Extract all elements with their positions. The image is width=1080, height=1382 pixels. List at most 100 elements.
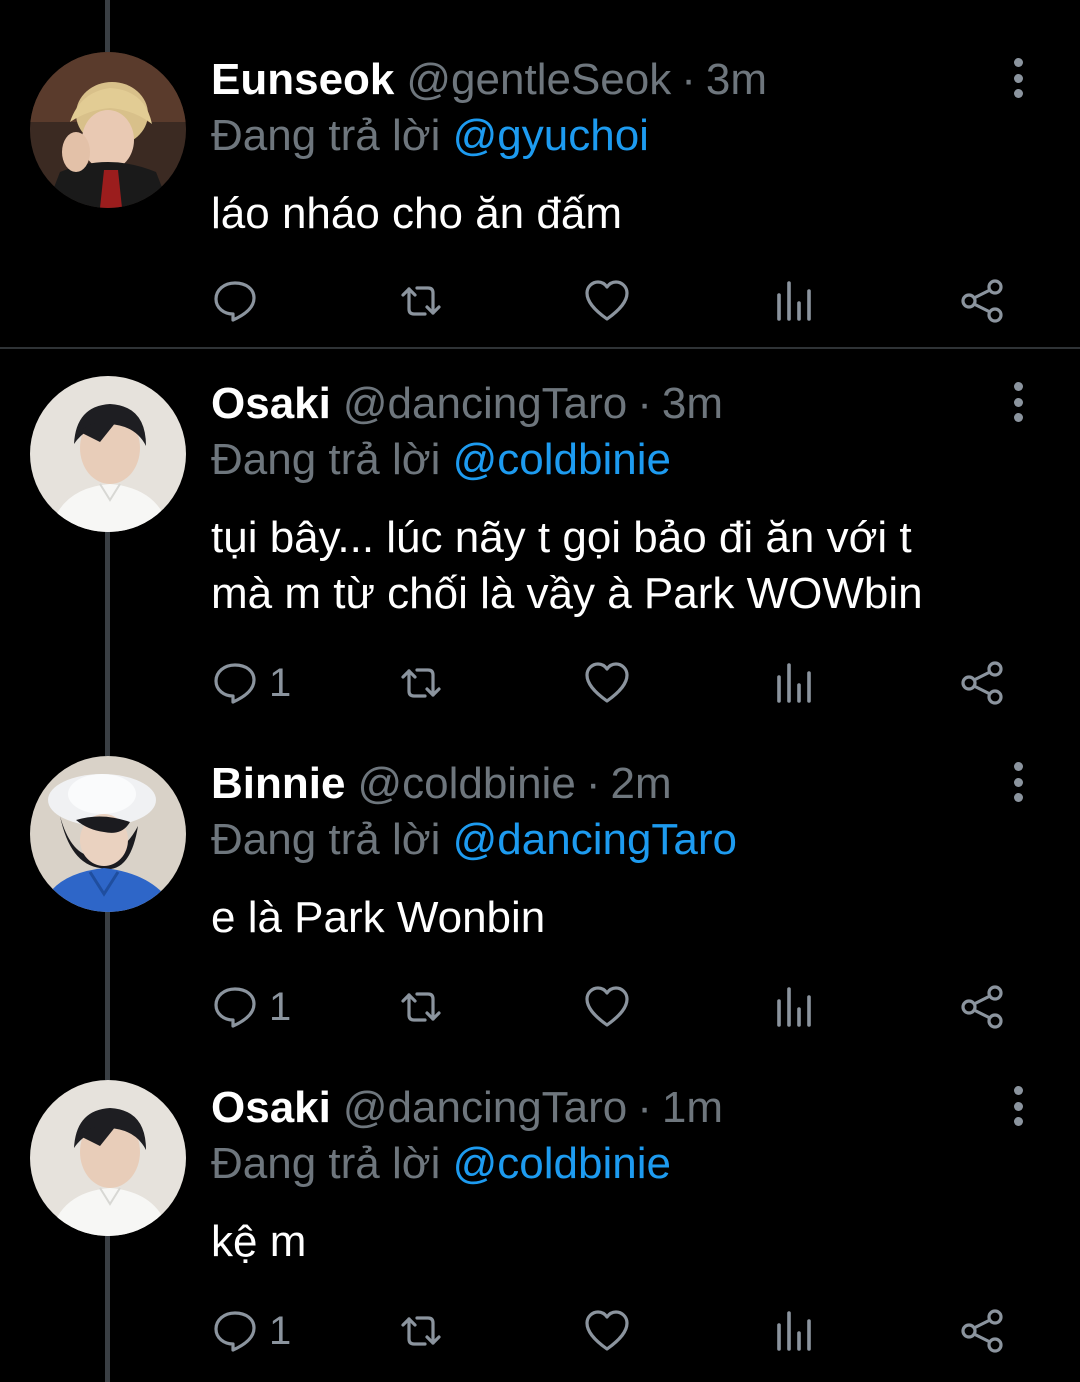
timestamp[interactable]: 3m xyxy=(706,52,767,108)
replying-to-label: Đang trả lời xyxy=(211,111,441,160)
tweet[interactable]: Osaki @dancingTaro · 1m Đang trả lời @co… xyxy=(0,1080,1080,1382)
views-button[interactable] xyxy=(771,982,819,1032)
share-button[interactable] xyxy=(959,658,1007,708)
tweet-text-line: tụi bây... lúc nãy t gọi bảo đi ăn với t xyxy=(211,513,912,562)
more-vertical-icon[interactable] xyxy=(998,52,1038,104)
replying-to: Đang trả lời @dancingTaro xyxy=(211,812,737,868)
user-handle[interactable]: @dancingTaro xyxy=(343,376,627,432)
reply-button[interactable]: 1 xyxy=(211,1306,291,1356)
reply-button[interactable] xyxy=(211,276,269,326)
separator-dot: · xyxy=(585,759,601,808)
tweet-header: Osaki @dancingTaro · 3m xyxy=(211,376,723,436)
views-button[interactable] xyxy=(771,276,819,326)
retweet-button[interactable] xyxy=(397,276,445,326)
share-icon xyxy=(961,985,1003,1029)
more-vertical-icon[interactable] xyxy=(998,376,1038,428)
share-button[interactable] xyxy=(959,982,1007,1032)
display-name[interactable]: Eunseok xyxy=(211,52,394,108)
retweet-icon xyxy=(401,992,441,1022)
replying-to-handle[interactable]: @dancingTaro xyxy=(453,815,737,864)
avatar[interactable] xyxy=(30,376,186,532)
avatar[interactable] xyxy=(30,1080,186,1236)
replying-to-handle[interactable]: @coldbinie xyxy=(453,435,671,484)
timestamp[interactable]: 1m xyxy=(662,1080,723,1136)
retweet-icon xyxy=(401,668,441,698)
tweet-text-line: mà m từ chối là vầy à Park WOWbin xyxy=(211,569,923,618)
replying-to: Đang trả lời @coldbinie xyxy=(211,1136,671,1192)
replying-to-label: Đang trả lời xyxy=(211,815,441,864)
more-vertical-icon[interactable] xyxy=(998,756,1038,808)
reply-button[interactable]: 1 xyxy=(211,982,291,1032)
tweet[interactable]: Binnie @coldbinie · 2m Đang trả lời @dan… xyxy=(0,756,1080,1056)
tweet-text-line: láo nháo cho ăn đấm xyxy=(211,189,622,238)
reply-bubble-icon xyxy=(214,663,256,704)
like-button[interactable] xyxy=(583,1306,631,1356)
analytics-icon xyxy=(777,987,811,1027)
reply-bubble-icon xyxy=(214,1311,256,1352)
user-handle[interactable]: @coldbinie xyxy=(357,756,575,812)
reply-count: 1 xyxy=(269,1308,292,1353)
analytics-icon xyxy=(777,663,811,703)
share-icon xyxy=(961,1309,1003,1353)
separator-dot: · xyxy=(637,379,652,428)
action-bar: 1 xyxy=(211,1306,1011,1356)
share-icon xyxy=(961,661,1003,705)
analytics-icon xyxy=(777,281,811,321)
user-handle[interactable]: @gentleSeok xyxy=(406,52,671,108)
tweet-header: Eunseok @gentleSeok · 3m xyxy=(211,52,767,112)
reply-count: 1 xyxy=(269,984,292,1029)
retweet-button[interactable] xyxy=(397,1306,445,1356)
timestamp[interactable]: 2m xyxy=(610,756,671,812)
replying-to-label: Đang trả lời xyxy=(211,1139,441,1188)
analytics-icon xyxy=(777,1311,811,1351)
share-button[interactable] xyxy=(959,276,1007,326)
thread-view: Eunseok @gentleSeok · 3m Đang trả lời @g… xyxy=(0,0,1080,1382)
replying-to-label: Đang trả lời xyxy=(211,435,441,484)
avatar[interactable] xyxy=(30,52,186,208)
reply-bubble-icon xyxy=(214,987,256,1028)
tweet[interactable]: Eunseok @gentleSeok · 3m Đang trả lời @g… xyxy=(0,52,1080,352)
like-button[interactable] xyxy=(583,276,631,326)
separator-dot: · xyxy=(681,55,696,104)
views-button[interactable] xyxy=(771,658,819,708)
avatar[interactable] xyxy=(30,756,186,912)
retweet-icon xyxy=(401,1316,441,1346)
replying-to: Đang trả lời @gyuchoi xyxy=(211,108,649,164)
display-name[interactable]: Osaki xyxy=(211,376,331,432)
tweet-header: Binnie @coldbinie · 2m xyxy=(211,756,672,816)
replying-to: Đang trả lời @coldbinie xyxy=(211,432,671,488)
like-button[interactable] xyxy=(583,982,631,1032)
retweet-button[interactable] xyxy=(397,982,445,1032)
replying-to-handle[interactable]: @coldbinie xyxy=(453,1139,671,1188)
tweet-divider xyxy=(0,347,1080,349)
tweet-text: kệ m xyxy=(211,1214,1031,1270)
display-name[interactable]: Binnie xyxy=(211,756,345,812)
reply-count: 1 xyxy=(269,660,292,705)
tweet-text: láo nháo cho ăn đấm xyxy=(211,186,1031,242)
heart-icon xyxy=(585,662,629,703)
action-bar: 1 xyxy=(211,982,1011,1032)
tweet-header: Osaki @dancingTaro · 1m xyxy=(211,1080,723,1140)
tweet-text: tụi bây... lúc nãy t gọi bảo đi ăn với t… xyxy=(211,510,1031,622)
reply-bubble-icon xyxy=(214,281,256,322)
tweet-text-line: e là Park Wonbin xyxy=(211,893,546,942)
retweet-button[interactable] xyxy=(397,658,445,708)
action-bar xyxy=(211,276,1011,326)
replying-to-handle[interactable]: @gyuchoi xyxy=(453,111,649,160)
share-button[interactable] xyxy=(959,1306,1007,1356)
share-icon xyxy=(961,279,1003,323)
tweet[interactable]: Osaki @dancingTaro · 3m Đang trả lời @co… xyxy=(0,376,1080,736)
tweet-text-line: kệ m xyxy=(211,1217,307,1266)
tweet-text: e là Park Wonbin xyxy=(211,890,1031,946)
more-vertical-icon[interactable] xyxy=(998,1080,1038,1132)
reply-button[interactable]: 1 xyxy=(211,658,291,708)
thread-line-top xyxy=(105,0,110,52)
heart-icon xyxy=(585,280,629,321)
heart-icon xyxy=(585,1310,629,1351)
views-button[interactable] xyxy=(771,1306,819,1356)
display-name[interactable]: Osaki xyxy=(211,1080,331,1136)
separator-dot: · xyxy=(637,1083,652,1132)
timestamp[interactable]: 3m xyxy=(662,376,723,432)
like-button[interactable] xyxy=(583,658,631,708)
user-handle[interactable]: @dancingTaro xyxy=(343,1080,627,1136)
